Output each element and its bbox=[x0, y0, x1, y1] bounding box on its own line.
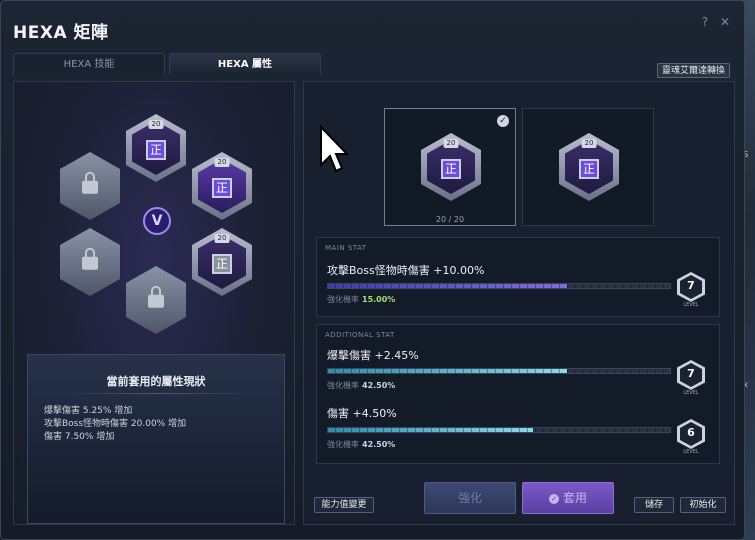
status-title: 當前套用的屬性現狀 bbox=[106, 375, 206, 388]
additional-stat-progress-bar bbox=[327, 368, 671, 374]
additional-stat-header: ADDITIONAL STAT bbox=[325, 331, 395, 339]
hexa-node-bottom bbox=[126, 266, 186, 334]
matrix-panel: 20 正 20 正 V 20 正 當前套用的屬性現狀 爆擊傷害 5.25% 增加… bbox=[13, 81, 295, 525]
tab-hexa-stat[interactable]: HEXA 屬性 bbox=[169, 53, 321, 75]
apply-button[interactable]: ✓ 套用 bbox=[522, 482, 614, 514]
stat-core-icon: 正 bbox=[441, 159, 461, 180]
hexa-node-upper-left bbox=[60, 152, 120, 220]
status-line: 傷害 7.50% 增加 bbox=[44, 432, 115, 442]
help-icon[interactable]: ? bbox=[702, 15, 708, 29]
hexa-matrix: 20 正 20 正 V 20 正 bbox=[14, 82, 296, 334]
level-caption: LEVEL bbox=[683, 390, 699, 396]
level-caption: LEVEL bbox=[683, 449, 699, 455]
additional-stat-level-badge: 6 bbox=[677, 419, 705, 449]
additional-stat-name: 傷害 +4.50% bbox=[327, 407, 397, 420]
stat-detail-panel: ✓ 20 正 20 / 20 20 正 MAIN STAT 攻擊Boss怪物時傷… bbox=[303, 81, 735, 525]
stat-core-icon: 正 bbox=[212, 254, 232, 275]
hexa-node-top[interactable]: 20 正 bbox=[126, 114, 186, 182]
hexa-node-lower-left bbox=[60, 228, 120, 296]
main-stat-rate: 強化機率 15.00% bbox=[327, 295, 396, 304]
stat-core-icon: 正 bbox=[146, 140, 166, 161]
check-icon: ✓ bbox=[548, 494, 559, 504]
save-button[interactable]: 儲存 bbox=[634, 497, 674, 513]
hexa-matrix-window: HEXA 矩陣 ? ✕ HEXA 技能 HEXA 屬性 靈魂艾爾達轉換 20 正… bbox=[0, 0, 745, 540]
status-line: 攻擊Boss怪物時傷害 20.00% 增加 bbox=[44, 419, 187, 429]
change-stat-button[interactable]: 能力值變更 bbox=[314, 497, 374, 513]
additional-stat-box: ADDITIONAL STAT 爆擊傷害 +2.45% 強化機率 42.50% 7… bbox=[316, 324, 720, 464]
lock-icon bbox=[82, 247, 98, 270]
core-slot-selected[interactable]: ✓ 20 正 20 / 20 bbox=[384, 108, 516, 226]
stat-core-icon: 正 bbox=[212, 178, 232, 199]
soul-erda-convert-button[interactable]: 靈魂艾爾達轉換 bbox=[656, 63, 730, 78]
level-caption: LEVEL bbox=[683, 302, 699, 308]
main-stat-level-badge: 7 bbox=[677, 272, 705, 302]
core-slot[interactable]: 20 正 bbox=[522, 108, 654, 226]
additional-stat-level-badge: 7 bbox=[677, 360, 705, 390]
core-level: 20 bbox=[443, 139, 459, 148]
lock-icon bbox=[82, 171, 98, 194]
tab-hexa-skill[interactable]: HEXA 技能 bbox=[13, 53, 165, 75]
node-level: 20 bbox=[214, 234, 230, 243]
additional-stat-rate: 強化機率 42.50% bbox=[327, 440, 396, 449]
main-stat-header: MAIN STAT bbox=[325, 244, 367, 252]
check-icon: ✓ bbox=[497, 115, 509, 127]
node-level: 20 bbox=[214, 158, 230, 167]
core-count: 20 / 20 bbox=[435, 215, 465, 224]
hexa-node-lower-right[interactable]: 20 正 bbox=[192, 228, 252, 296]
v-emblem-icon: V bbox=[143, 207, 171, 235]
divider bbox=[58, 393, 256, 394]
lock-icon bbox=[148, 285, 164, 308]
main-stat-progress-bar bbox=[327, 283, 671, 289]
close-icon[interactable]: ✕ bbox=[720, 15, 730, 29]
stat-core-icon: 正 bbox=[579, 159, 599, 180]
current-stat-status: 當前套用的屬性現狀 爆擊傷害 5.25% 增加 攻擊Boss怪物時傷害 20.0… bbox=[27, 354, 285, 524]
additional-stat-name: 爆擊傷害 +2.45% bbox=[327, 349, 419, 362]
window-title: HEXA 矩陣 bbox=[13, 23, 109, 43]
status-line: 爆擊傷害 5.25% 增加 bbox=[44, 406, 133, 416]
additional-stat-progress-bar bbox=[327, 427, 671, 433]
reset-button[interactable]: 初始化 bbox=[680, 497, 726, 513]
title-bar[interactable]: HEXA 矩陣 ? ✕ bbox=[1, 1, 744, 45]
additional-stat-rate: 強化機率 42.50% bbox=[327, 381, 396, 390]
main-stat-name: 攻擊Boss怪物時傷害 +10.00% bbox=[327, 264, 485, 277]
main-stat-box: MAIN STAT 攻擊Boss怪物時傷害 +10.00% 強化機率 15.00%… bbox=[316, 237, 720, 317]
enhance-button[interactable]: 強化 bbox=[424, 482, 516, 514]
hexa-node-upper-right[interactable]: 20 正 bbox=[192, 152, 252, 220]
core-level: 20 bbox=[581, 139, 597, 148]
node-level: 20 bbox=[148, 120, 164, 129]
